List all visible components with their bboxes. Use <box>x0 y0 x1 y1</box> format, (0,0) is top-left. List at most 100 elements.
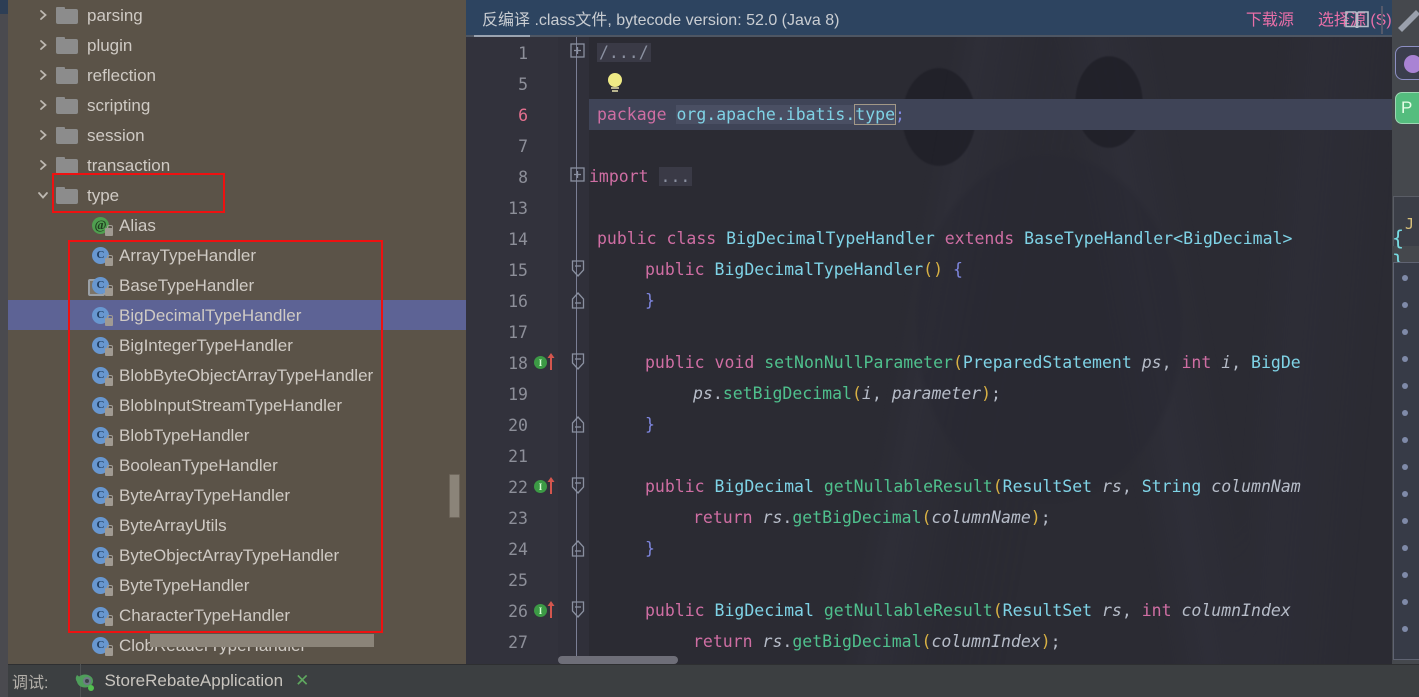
tree-item-type[interactable]: type <box>8 180 466 210</box>
import-fold[interactable]: ... <box>658 167 693 186</box>
set-big-decimal-call[interactable]: ps.setBigDecimal(i, parameter); <box>693 384 1001 403</box>
tree-item-charactertypehandler[interactable]: C CharacterTypeHandler <box>8 600 466 630</box>
get-nullable-result-index-signature[interactable]: public BigDecimal getNullableResult(Resu… <box>645 601 1291 620</box>
class-icon: C <box>92 366 113 386</box>
tree-item-bytetypehandler[interactable]: C ByteTypeHandler <box>8 570 466 600</box>
right-tool-strip[interactable]: P J { } <box>1392 0 1419 664</box>
class-icon: C <box>92 336 113 356</box>
purple-circle-icon[interactable] <box>1395 46 1419 80</box>
code-line-6[interactable]: package org.apache.ibatis.type; <box>466 99 1419 130</box>
project-tree-panel[interactable]: parsing plugin reflection scripting session t… <box>0 0 466 664</box>
folder-icon <box>56 66 78 84</box>
tree-item-alias[interactable]: @ Alias <box>8 210 466 240</box>
tree-item-byteobjectarraytypehandler[interactable]: C ByteObjectArrayTypeHandler <box>8 540 466 570</box>
tree-item-blobbyteobjectarraytypehandler[interactable]: C BlobByteObjectArrayTypeHandler <box>8 360 466 390</box>
tree-item-bytearraytypehandler[interactable]: C ByteArrayTypeHandler <box>8 480 466 510</box>
code-line-20[interactable]: } <box>466 409 1419 440</box>
code-line-18[interactable]: public void setNonNullParameter(Prepared… <box>466 347 1419 378</box>
code-line-15[interactable]: public BigDecimalTypeHandler() { public … <box>466 254 1419 285</box>
class-icon: C <box>92 636 113 656</box>
tree-item-label: BigDecimalTypeHandler <box>119 305 302 325</box>
tree-item-parsing[interactable]: parsing <box>8 0 466 30</box>
tree-item-arraytypehandler[interactable]: C ArrayTypeHandler <box>8 240 466 270</box>
code-line-26[interactable]: public BigDecimal getNullableResult(Resu… <box>466 595 1419 626</box>
chevron-right-icon[interactable] <box>30 8 56 22</box>
tree-item-plugin[interactable]: plugin <box>8 30 466 60</box>
chevron-down-icon[interactable] <box>30 188 56 202</box>
tree-item-bigintegertypehandler[interactable]: C BigIntegerTypeHandler <box>8 330 466 360</box>
code-line-5[interactable] <box>466 68 1419 99</box>
chevron-right-icon[interactable] <box>30 68 56 82</box>
get-nullable-result-name-signature[interactable]: public BigDecimal getNullableResult(Resu… <box>645 477 1301 496</box>
tree-item-booleantypehandler[interactable]: C BooleanTypeHandler <box>8 450 466 480</box>
class-icon: C <box>92 246 113 266</box>
return-column-name[interactable]: return rs.getBigDecimal(columnName); <box>693 508 1051 527</box>
tree-item-label: ByteObjectArrayTypeHandler <box>119 545 340 565</box>
lock-badge-icon <box>105 584 113 596</box>
tree-item-session[interactable]: session <box>8 120 466 150</box>
chevron-right-icon[interactable] <box>30 158 56 172</box>
left-edge-accent <box>0 0 8 14</box>
tree-item-blobinputstreamtypehandler[interactable]: C BlobInputStreamTypeHandler <box>8 390 466 420</box>
list-item-dot <box>1402 545 1408 551</box>
editor-horizontal-scrollbar[interactable] <box>558 656 678 664</box>
lock-badge-icon <box>105 614 113 626</box>
lock-badge-icon <box>105 314 113 326</box>
code-line-22[interactable]: public BigDecimal getNullableResult(Resu… <box>466 471 1419 502</box>
project-tree-horizontal-scrollbar[interactable] <box>150 634 374 647</box>
code-line-19[interactable]: ps.setBigDecimal(i, parameter); ps.setBi… <box>466 378 1419 409</box>
line-number: 25 <box>508 571 528 590</box>
constructor-declaration[interactable]: public BigDecimalTypeHandler() { <box>645 260 963 279</box>
list-item-dot <box>1402 464 1408 470</box>
tree-item-bigdecimaltypehandler[interactable]: C BigDecimalTypeHandler <box>8 300 466 330</box>
class-declaration[interactable]: public class BigDecimalTypeHandler exten… <box>597 229 1292 248</box>
list-item-dot <box>1402 437 1408 443</box>
tree-item-transaction[interactable]: transaction <box>8 150 466 180</box>
intention-bulb-icon[interactable] <box>606 72 624 94</box>
tree-item-blobtypehandler[interactable]: C BlobTypeHandler <box>8 420 466 450</box>
project-tree-list[interactable]: parsing plugin reflection scripting session t… <box>8 0 466 660</box>
code-line-14[interactable]: public class BigDecimalTypeHandler exten… <box>466 223 1419 254</box>
tree-item-bytearrayutils[interactable]: C ByteArrayUtils <box>8 510 466 540</box>
tree-item-reflection[interactable]: reflection <box>8 60 466 90</box>
project-tree-scrollbar[interactable] <box>449 474 460 518</box>
lock-badge-icon <box>105 224 113 236</box>
lock-badge-icon <box>105 644 113 656</box>
folder-icon <box>56 126 78 144</box>
chevron-right-icon[interactable] <box>30 98 56 112</box>
wrench-icon[interactable] <box>1394 6 1419 36</box>
lock-badge-icon <box>105 494 113 506</box>
run-configuration-tab[interactable]: StoreRebateApplication ✕ <box>72 670 309 692</box>
green-badge[interactable]: P <box>1395 92 1419 124</box>
debug-status-bar[interactable]: 调试: StoreRebateApplication ✕ <box>0 664 1419 697</box>
code-canvas[interactable]: 1 5 6 7 8 13 14 15 16 17 18 I 19 20 21 22 I 23 24 25 26 I 27 /… <box>466 37 1419 664</box>
package-statement[interactable]: package org.apache.ibatis.type; <box>597 104 905 125</box>
tree-item-label: ArrayTypeHandler <box>119 245 257 265</box>
abstract-class-icon: C <box>88 276 113 296</box>
code-line-1[interactable]: /.../ <box>466 37 1419 68</box>
class-icon: C <box>92 456 113 476</box>
code-brace-icon[interactable]: { } <box>1392 226 1416 274</box>
tree-item-basetypehandler[interactable]: C BaseTypeHandler <box>8 270 466 300</box>
list-item-dot <box>1402 356 1408 362</box>
list-item-dot <box>1402 275 1408 281</box>
tree-item-scripting[interactable]: scripting <box>8 90 466 120</box>
tool-window-left-edge <box>0 0 8 664</box>
code-line-24[interactable]: } <box>466 533 1419 564</box>
download-sources-link[interactable]: 下载源 <box>1246 6 1294 30</box>
import-statement[interactable]: import ... <box>589 167 693 186</box>
set-non-null-parameter-signature[interactable]: public void setNonNullParameter(Prepared… <box>645 353 1301 372</box>
documentation-book-icon[interactable] <box>1343 8 1371 32</box>
folded-comment[interactable]: /.../ <box>597 43 651 62</box>
close-icon[interactable]: ✕ <box>295 671 309 691</box>
code-line-8[interactable]: import ... <box>466 161 1419 192</box>
code-editor-area[interactable]: 反编译 .class文件, bytecode version: 52.0 (Ja… <box>466 0 1419 664</box>
code-line-27[interactable]: return rs.getBigDecimal(columnIndex); re… <box>466 626 1419 657</box>
chevron-right-icon[interactable] <box>30 38 56 52</box>
chevron-right-icon[interactable] <box>30 128 56 142</box>
list-item-dot <box>1402 572 1408 578</box>
code-line-16[interactable]: } <box>466 285 1419 316</box>
code-line-23[interactable]: return rs.getBigDecimal(columnName); ret… <box>466 502 1419 533</box>
right-popup-panel-list[interactable] <box>1393 262 1419 660</box>
return-column-index[interactable]: return rs.getBigDecimal(columnIndex); <box>693 632 1061 651</box>
